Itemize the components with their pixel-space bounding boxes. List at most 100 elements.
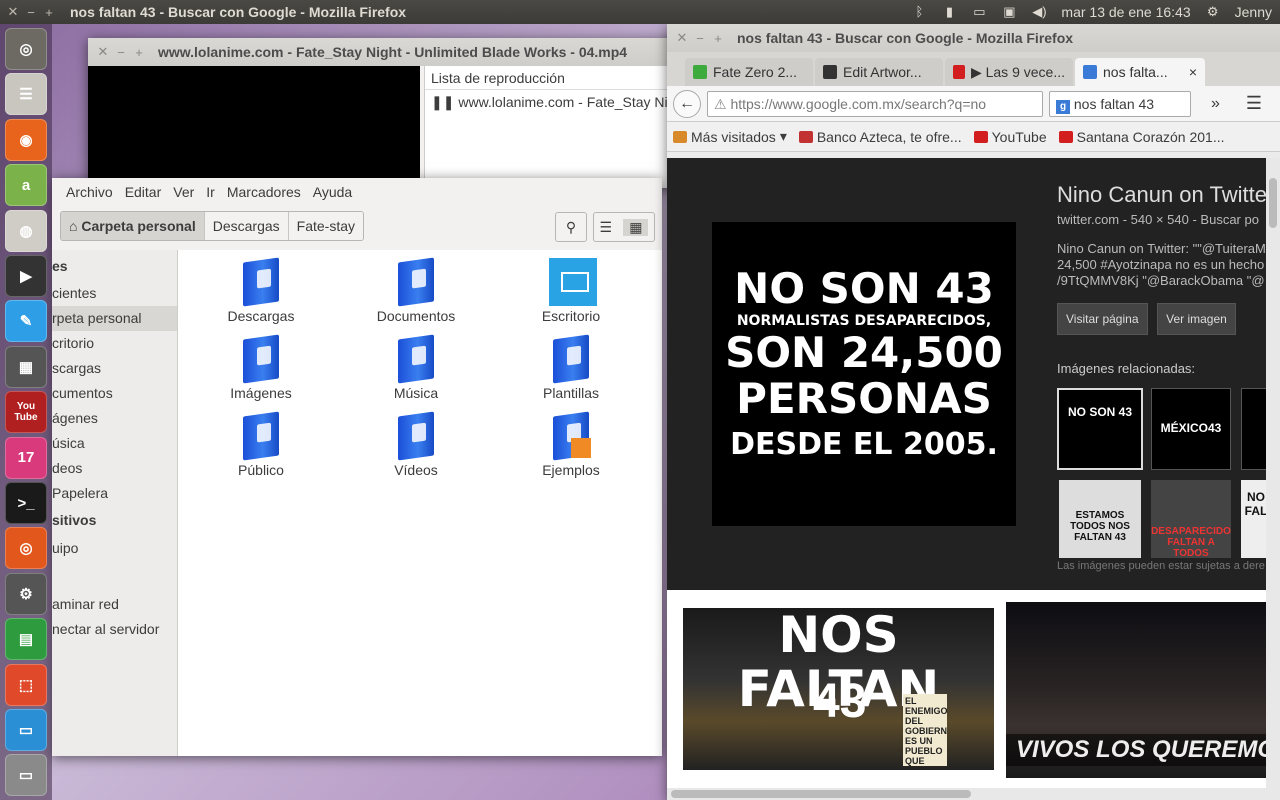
clock[interactable]: mar 13 de ene 16:43 <box>1061 4 1190 20</box>
libreoffice-base-icon[interactable]: a <box>5 164 47 207</box>
horizontal-scrollbar[interactable] <box>667 788 1280 800</box>
sidebar-item[interactable]: aminar red <box>52 592 177 617</box>
preview-image[interactable]: NO SON 43 NORMALISTAS DESAPARECIDOS, SON… <box>712 222 1016 526</box>
tab-1[interactable]: Edit Artwor... <box>815 58 943 86</box>
sidebar-item[interactable]: úsica <box>52 431 177 456</box>
folder-item[interactable]: Vídeos <box>361 411 471 478</box>
trash-icon[interactable]: ▭ <box>5 754 47 797</box>
related-thumb-4[interactable]: ESTAMOS TODOS NOS FALTAN 43 <box>1059 480 1141 558</box>
menu-item-5[interactable]: Ayuda <box>313 184 352 200</box>
related-thumb-3[interactable] <box>1241 388 1266 470</box>
sidebar-item[interactable]: Papelera <box>52 481 177 506</box>
software-center-icon[interactable]: ⬚ <box>5 663 47 706</box>
back-button[interactable]: ← <box>673 89 701 118</box>
view-image-button[interactable]: Ver imagen <box>1157 303 1236 335</box>
tab-0[interactable]: Fate Zero 2... <box>685 58 813 86</box>
folder-item[interactable]: Ejemplos <box>516 411 626 478</box>
settings-icon[interactable]: ⚙ <box>5 572 47 615</box>
bookmark-2[interactable]: YouTube <box>973 129 1047 145</box>
folder-item[interactable]: Música <box>361 334 471 401</box>
url-bar[interactable]: ⚠ https://www.google.com.mx/search?q=no <box>707 90 1043 117</box>
network-icon[interactable]: ▮ <box>941 5 957 19</box>
sidebar-item[interactable]: cientes <box>52 281 177 306</box>
playlist-item[interactable]: ❚❚ www.lolanime.com - Fate_Stay Night <box>425 90 678 114</box>
keyboard-icon[interactable]: ▭ <box>971 5 987 19</box>
path-segment-0[interactable]: ⌂ Carpeta personal <box>61 212 204 240</box>
sidebar-item[interactable]: scargas <box>52 356 177 381</box>
related-thumb-6[interactable]: NO FAL <box>1241 480 1266 558</box>
bookmark-0[interactable]: Más visitados ▾ <box>673 128 787 145</box>
video-area[interactable] <box>88 66 420 188</box>
youtube-icon[interactable]: You Tube <box>5 391 47 434</box>
folder-item[interactable]: Público <box>206 411 316 478</box>
sidebar-item[interactable]: rpeta personal <box>52 306 177 331</box>
user-name[interactable]: Jenny <box>1235 4 1272 20</box>
maximize-icon[interactable]: + <box>130 45 148 60</box>
close-icon[interactable]: ✕ <box>94 44 112 60</box>
folder-item[interactable]: Plantillas <box>516 334 626 401</box>
visit-page-button[interactable]: Visitar página <box>1057 303 1148 335</box>
folder-item[interactable]: Documentos <box>361 257 471 324</box>
disc-burner-icon[interactable]: ◎ <box>5 527 47 570</box>
related-thumb-5[interactable]: DESAPARECIDO FALTAN A TODOS <box>1151 480 1231 558</box>
terminal-icon[interactable]: >_ <box>5 482 47 524</box>
hamburger-menu-icon[interactable]: ☰ <box>1246 93 1262 114</box>
folder-item[interactable]: Escritorio <box>516 258 626 324</box>
spreadsheet-icon[interactable]: ▤ <box>5 618 47 661</box>
menu-item-3[interactable]: Ir <box>206 184 215 200</box>
sidebar-item[interactable]: ágenes <box>52 406 177 431</box>
menu-item-2[interactable]: Ver <box>173 184 194 200</box>
calendar-icon[interactable]: 17 <box>5 436 47 479</box>
path-segment-1[interactable]: Descargas <box>203 212 288 240</box>
video-player-icon[interactable]: ▶ <box>5 255 47 297</box>
sidebar-item[interactable]: nectar al servidor <box>52 617 177 642</box>
menu-item-1[interactable]: Editar <box>125 184 162 200</box>
bookmark-favicon-icon <box>798 130 813 143</box>
volume-icon[interactable]: ◀) <box>1031 5 1047 19</box>
result-title[interactable]: Nino Canun on Twitte <box>1057 182 1266 208</box>
related-thumb-1[interactable]: NO SON 43 <box>1057 388 1143 470</box>
disk-icon[interactable]: ◍ <box>5 209 47 252</box>
text-editor-icon[interactable]: ✎ <box>5 300 47 343</box>
sidebar-item[interactable]: deos <box>52 456 177 481</box>
minimize-icon[interactable]: − <box>691 31 709 46</box>
related-thumb-2[interactable]: MÉXICO43 <box>1151 388 1231 470</box>
bluetooth-icon[interactable]: ᛒ <box>911 5 927 19</box>
tab-label: Edit Artwor... <box>843 64 922 80</box>
tab-close-icon[interactable]: × <box>1189 64 1197 80</box>
minimize-icon[interactable]: − <box>112 45 130 60</box>
maximize-window-icon[interactable]: + <box>40 5 58 20</box>
close-icon[interactable]: ✕ <box>673 30 691 46</box>
vertical-scrollbar[interactable] <box>1266 158 1280 788</box>
gear-icon[interactable]: ⚙ <box>1205 5 1221 19</box>
tab-favicon-icon <box>953 65 965 79</box>
battery-icon[interactable]: ▣ <box>1001 5 1017 19</box>
result-image-2[interactable]: VIVOS LOS QUEREMOS <box>1006 602 1266 778</box>
bookmark-1[interactable]: Banco Azteca, te ofre... <box>798 129 962 145</box>
folder-item[interactable]: Descargas <box>206 257 316 324</box>
folder-item[interactable]: Imágenes <box>206 334 316 401</box>
search-button[interactable]: ⚲ <box>555 212 587 242</box>
maximize-icon[interactable]: + <box>709 31 727 46</box>
result-image-1[interactable]: NOS FALTAN 43 EL ENEMIGO DEL GOBIERNO ES… <box>683 608 994 770</box>
bookmark-3[interactable]: Santana Corazón 201... <box>1058 129 1225 145</box>
sidebar-item[interactable]: critorio <box>52 331 177 356</box>
path-segment-2[interactable]: Fate-stay <box>287 212 364 240</box>
remote-desktop-icon[interactable]: ▭ <box>5 709 47 751</box>
menu-item-4[interactable]: Marcadores <box>227 184 301 200</box>
menu-item-0[interactable]: Archivo <box>66 184 113 200</box>
firefox-icon[interactable]: ◉ <box>5 118 47 161</box>
tab-2[interactable]: ▶ Las 9 vece... <box>945 58 1073 86</box>
sidebar-item[interactable]: cumentos <box>52 381 177 406</box>
overflow-chevron-icon[interactable]: » <box>1211 95 1220 113</box>
ubuntu-dash-icon[interactable]: ◎ <box>5 28 47 70</box>
tab-3[interactable]: nos falta... × <box>1075 58 1205 86</box>
files-icon[interactable]: ☰ <box>5 73 47 116</box>
list-view-icon[interactable]: ☰ <box>600 219 613 236</box>
minimize-window-icon[interactable]: − <box>22 5 40 20</box>
sidebar-item[interactable]: uipo <box>52 536 177 561</box>
search-box[interactable]: g nos faltan 43 <box>1049 90 1191 117</box>
calculator-icon[interactable]: ▦ <box>5 345 47 388</box>
close-window-icon[interactable]: ✕ <box>4 4 22 20</box>
grid-view-icon[interactable]: ▦ <box>623 218 649 236</box>
